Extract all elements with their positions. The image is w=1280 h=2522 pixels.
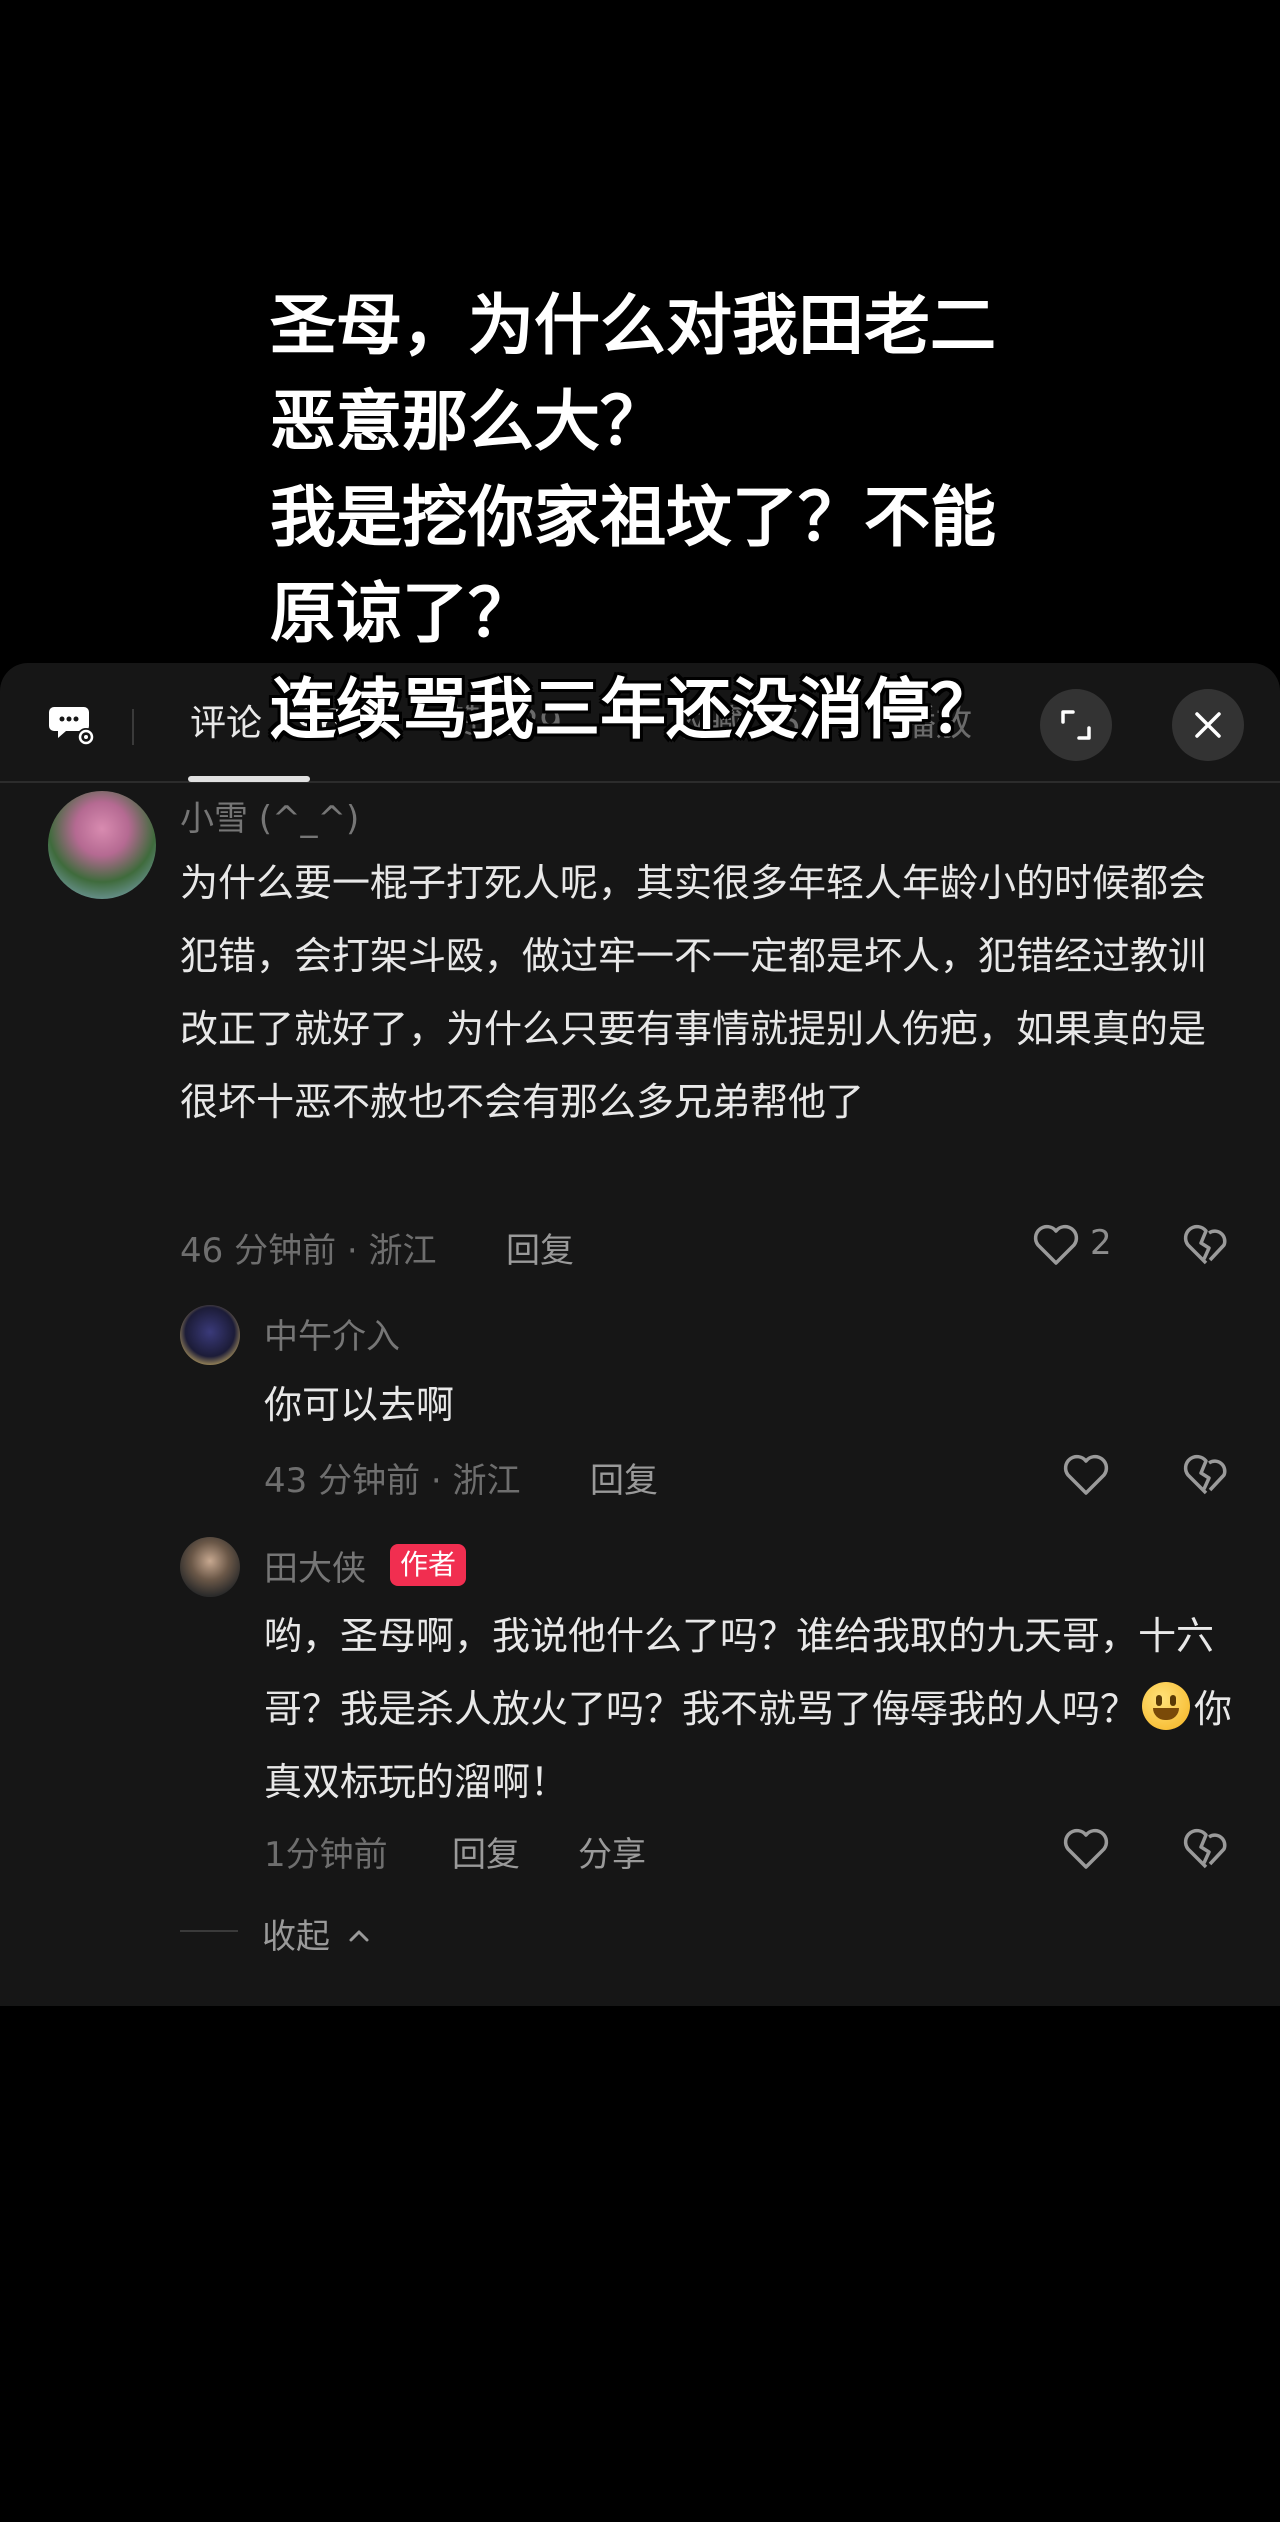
collapse-label: 收起 — [262, 1917, 330, 1957]
expand-button[interactable] — [1040, 689, 1112, 761]
caption-line: 我是挖你家祖坟了？不能 — [270, 479, 996, 556]
reply-meta: 1分钟前 — [264, 1835, 388, 1875]
close-icon — [1195, 712, 1221, 738]
avatar[interactable] — [180, 1305, 240, 1365]
like-count: 2 — [1090, 1223, 1112, 1263]
heart-icon[interactable] — [1030, 1221, 1082, 1269]
reply-text: 哟，圣母啊，我说他什么了吗？谁给我取的九天哥，十六哥？我是杀人放火了吗？我不就骂… — [264, 1600, 1234, 1819]
reply-text: 你可以去啊 — [264, 1383, 455, 1427]
comment-text: 为什么要一棍子打死人呢，其实很多年轻人年龄小的时候都会犯错，会打架斗殴，做过牢一… — [180, 861, 1207, 1124]
heart-icon[interactable] — [1060, 1825, 1112, 1873]
heart-icon[interactable] — [1060, 1451, 1112, 1499]
caption-line: 圣母，为什么对我田老二 — [270, 287, 996, 364]
page: 圣母，为什么对我田老二 恶意那么大？ 我是挖你家祖坟了？不能 原谅了？ 连续骂我… — [0, 0, 1280, 2522]
tab-divider — [132, 709, 134, 745]
collapse-replies-button[interactable]: 收起 — [262, 1909, 371, 1958]
reply-button[interactable]: 回复 — [590, 1453, 658, 1502]
video-caption: 圣母，为什么对我田老二 恶意那么大？ 我是挖你家祖坟了？不能 原谅了？ 连续骂我… — [270, 278, 1030, 758]
comment-username[interactable]: 小雪 (^_^) — [180, 791, 359, 840]
reply-meta: 43 分钟前 · 浙江 — [264, 1461, 521, 1501]
author-badge: 作者 — [390, 1544, 467, 1586]
smile-emoji — [1142, 1682, 1191, 1730]
broken-heart-icon[interactable] — [1180, 1221, 1232, 1269]
caption-line: 连续骂我三年还没消停？ — [270, 671, 996, 748]
reply-username[interactable]: 中午介入 — [264, 1309, 400, 1358]
comment-settings-icon[interactable] — [48, 701, 98, 749]
broken-heart-icon[interactable] — [1180, 1451, 1232, 1499]
broken-heart-icon[interactable] — [1180, 1825, 1232, 1873]
caption-line: 原谅了？ — [270, 575, 534, 652]
avatar[interactable] — [48, 791, 156, 899]
avatar[interactable] — [180, 1537, 240, 1597]
expand-icon — [1061, 710, 1091, 740]
reply-username[interactable]: 田大侠 — [264, 1541, 366, 1590]
chevron-up-icon — [349, 1930, 369, 1942]
collapse-divider — [180, 1930, 238, 1932]
caption-line: 恶意那么大？ — [270, 383, 666, 460]
share-button[interactable]: 分享 — [578, 1827, 646, 1876]
reply-button[interactable]: 回复 — [506, 1223, 574, 1272]
comment-panel: 评论 496 赞 229 收藏 25 播放 小雪 (^_^) 为什么要一棍子打死… — [0, 663, 1280, 2006]
comment-meta: 46 分钟前 · 浙江 — [180, 1231, 437, 1271]
close-button[interactable] — [1172, 689, 1244, 761]
reply-text-part: 哟，圣母啊，我说他什么了吗？谁给我取的九天哥，十六哥？我是杀人放火了吗？我不就骂… — [264, 1614, 1215, 1731]
reply-button[interactable]: 回复 — [452, 1827, 520, 1876]
active-tab-indicator — [188, 776, 310, 782]
